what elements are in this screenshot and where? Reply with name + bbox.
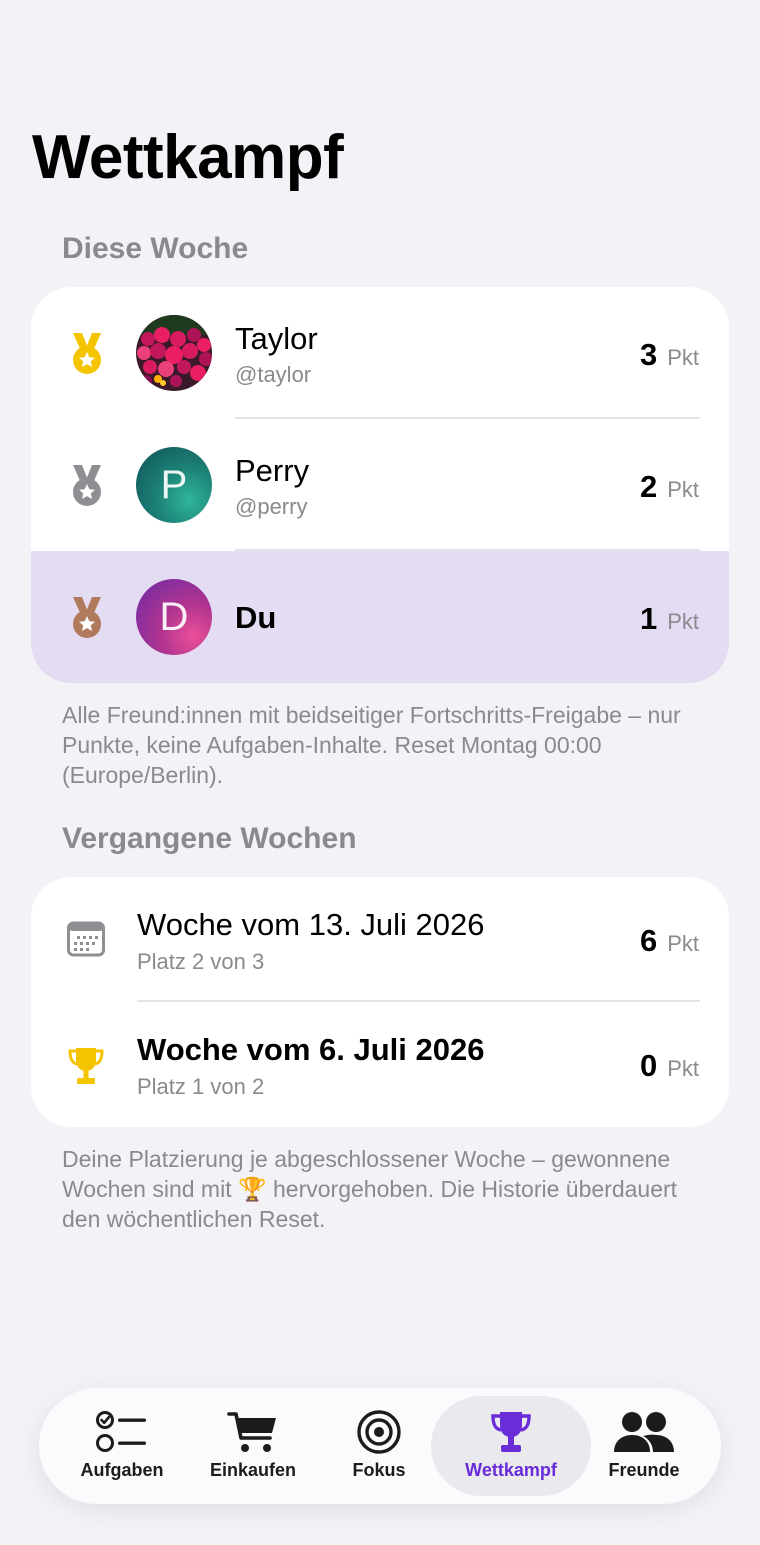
avatar-perry: P (136, 447, 212, 523)
checklist-icon (96, 1411, 146, 1452)
points-value: 6 (639, 923, 658, 958)
points-unit: Pkt (667, 477, 699, 502)
leaderboard-row-perry[interactable]: P Perry @perry 2 Pkt (31, 419, 729, 551)
points-value: 3 (639, 337, 658, 372)
past-week-row[interactable]: Woche vom 13. Juli 2026 Platz 2 von 3 6P… (31, 877, 729, 1002)
points-value: 2 (639, 469, 658, 504)
bronze-medal-icon (73, 597, 101, 638)
points-unit: Pkt (667, 345, 699, 370)
page-title: Wettkampf (32, 123, 344, 192)
week-points: 6 Pkt (640, 923, 699, 959)
tab-einkaufen[interactable]: Einkaufen (197, 1396, 309, 1496)
section-header-this-week: Diese Woche (62, 232, 249, 265)
trophy-icon (491, 1412, 531, 1452)
player-handle: @taylor (235, 362, 312, 387)
avatar-taylor (136, 315, 212, 391)
silver-medal-icon (73, 465, 101, 506)
tab-fokus[interactable]: Fokus (329, 1396, 429, 1496)
points-unit: Pkt (667, 931, 699, 956)
gold-medal-icon (73, 333, 101, 374)
week-points: 0 Pkt (640, 1048, 699, 1084)
points-unit: Pkt (667, 1056, 699, 1081)
calendar-icon (67, 921, 105, 957)
points-value: 1 (639, 601, 658, 636)
tab-aufgaben[interactable]: Aufgaben (67, 1396, 177, 1496)
player-name: Perry (235, 453, 310, 488)
week-title: Woche vom 6. Juli 2026 (137, 1032, 485, 1067)
points-value: 0 (639, 1048, 658, 1083)
player-handle: @perry (235, 494, 308, 519)
past-week-row-won[interactable]: Woche vom 6. Juli 2026 Platz 1 von 2 0 Pk… (31, 1002, 729, 1127)
tab-label: Wettkampf (465, 1460, 557, 1480)
points-unit: Pkt (667, 609, 699, 634)
leaderboard-row-taylor[interactable]: Taylor @taylor 3 Pkt (31, 287, 729, 419)
past-weeks-footnote: Deine Platzierung je abgeschlossener Woc… (62, 1144, 712, 1234)
target-icon (357, 1410, 401, 1454)
week-placement: Platz 1 von 2 (137, 1074, 265, 1099)
section-header-past-weeks: Vergangene Wochen (62, 822, 357, 855)
week-title: Woche vom 13. Juli 2026 (137, 907, 485, 942)
tab-freunde[interactable]: Freunde (595, 1396, 693, 1496)
avatar-self: D (136, 579, 212, 655)
people-icon (614, 1412, 674, 1452)
player-name: Taylor (235, 321, 318, 356)
tab-wettkampf[interactable]: Wettkampf (431, 1396, 591, 1496)
tab-label: Aufgaben (80, 1460, 164, 1480)
player-points: 2 Pkt (640, 469, 699, 505)
player-points: 3 Pkt (640, 337, 699, 373)
player-name: Du (235, 600, 277, 635)
this-week-footnote: Alle Freund:innen mit beidseitiger Forts… (62, 702, 681, 788)
tab-label: Freunde (608, 1460, 680, 1480)
leaderboard-card: Taylor @taylor 3 Pkt P Perry @perry 2 Pkt … (31, 287, 729, 683)
trophy-icon (68, 1048, 104, 1084)
leaderboard-row-self[interactable]: D Du 1 Pkt (31, 551, 729, 683)
week-placement: Platz 2 von 3 (137, 949, 265, 974)
avatar-photo-flowers (136, 315, 212, 391)
past-weeks-card: Woche vom 13. Juli 2026 Platz 2 von 3 6P… (31, 877, 729, 1127)
tab-bar: Aufgaben Einkaufen Fokus Wettkampf Freun… (39, 1388, 721, 1504)
player-points: 1 Pkt (640, 601, 699, 637)
trophy-emoji: 🏆 (237, 1176, 267, 1202)
tab-label: Einkaufen (209, 1460, 297, 1480)
cart-icon (227, 1412, 276, 1452)
tab-label: Fokus (352, 1460, 406, 1480)
